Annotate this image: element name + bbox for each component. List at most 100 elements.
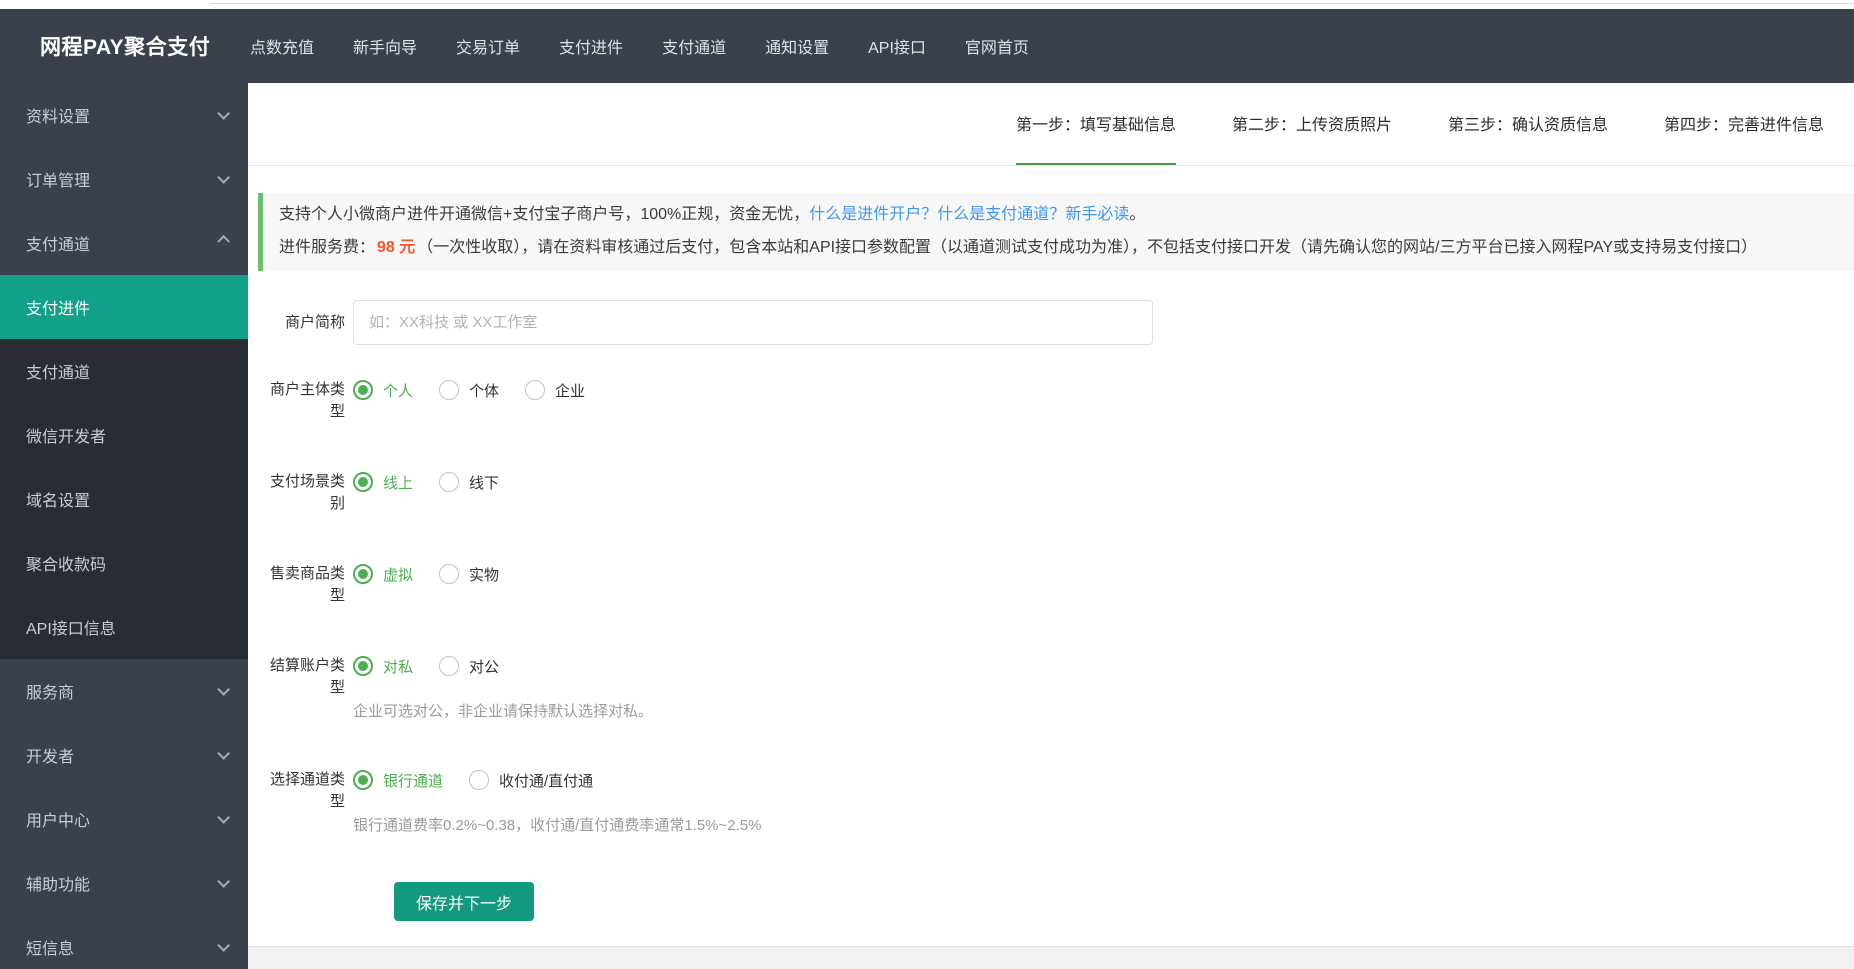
topnav-item[interactable]: 交易订单 — [456, 34, 520, 58]
sidebar-item-label: 开发者 — [26, 749, 75, 766]
chevron-down-icon — [217, 106, 230, 120]
topnav-item[interactable]: 支付通道 — [662, 34, 726, 58]
field-label: 商户主体类型 — [269, 381, 345, 420]
radio-icon — [439, 472, 460, 492]
radio-option[interactable]: 对私 — [353, 656, 413, 677]
sidebar-item[interactable]: 辅助功能 — [0, 851, 248, 915]
radio-option[interactable]: 收付通/直付通 — [469, 770, 593, 791]
sidebar-subitem[interactable]: 微信开发者 — [0, 403, 248, 467]
radio-group: 个人 个体 企业 — [353, 378, 611, 402]
field-label: 支付场景类别 — [269, 473, 345, 512]
sidebar-item[interactable]: 开发者 — [0, 723, 248, 787]
sidebar-subitem[interactable]: 域名设置 — [0, 467, 248, 531]
service-fee-details: （一次性收取），请在资料审核通过后支付，包含本站和API接口参数配置（以通道测试… — [417, 239, 1758, 256]
form-row: 支付场景类别 线上 线下 — [248, 470, 1854, 515]
sidebar: 资料设置 订单管理 支付通道 支付进件 支付通道 微信开发者 域名设置 聚合收款码 API接口信… — [0, 83, 248, 969]
radio-group: 对私 对公 — [353, 654, 653, 678]
step-tab[interactable]: 第三步：确认资质信息 — [1448, 83, 1608, 165]
submit-row: 保存并下一步 — [394, 882, 1854, 921]
radio-icon — [353, 564, 373, 584]
radio-option-label: 对私 — [383, 658, 414, 676]
chevron-down-icon — [217, 938, 230, 952]
step-tab[interactable]: 第二步：上传资质照片 — [1232, 83, 1392, 165]
radio-option[interactable]: 线上 — [353, 472, 413, 493]
sidebar-subitem[interactable]: 聚合收款码 — [0, 531, 248, 595]
notice-text-1-suffix: 。 — [1129, 206, 1146, 223]
notice-text-1: 支持个人小微商户进件开通微信+支付宝子商户号，100%正规，资金无忧， — [279, 206, 810, 223]
help-link-what-is-channel[interactable]: 什么是支付通道？ — [937, 206, 1065, 223]
sidebar-item[interactable]: 订单管理 — [0, 147, 248, 211]
topbar: 网程PAY聚合支付 点数充值 新手向导 交易订单 支付进件 支付通道 通知设置 API接口 官… — [0, 9, 1854, 83]
radio-option[interactable]: 虚拟 — [353, 564, 413, 585]
main-content: 第一步：填写基础信息 第二步：上传资质照片 第三步：确认资质信息 第四步：完善进件信息… — [248, 83, 1854, 969]
form-row: 售卖商品类型 虚拟 实物 — [248, 562, 1854, 607]
radio-icon — [439, 380, 460, 400]
field-control: 对私 对公 企业可选对公，非企业请保持默认选择对私。 — [353, 654, 653, 721]
sidebar-item[interactable]: 短信息 — [0, 915, 248, 969]
radio-group: 银行通道 收付通/直付通 — [353, 768, 761, 792]
chevron-down-icon — [217, 170, 230, 184]
sidebar-item[interactable]: 资料设置 — [0, 83, 248, 147]
radio-option-label: 个体 — [469, 382, 500, 400]
field-control — [353, 300, 1153, 345]
notice-line-1: 支持个人小微商户进件开通微信+支付宝子商户号，100%正规，资金无忧，什么是进件… — [279, 198, 1854, 231]
sidebar-item-label: 订单管理 — [26, 173, 91, 190]
topnav-item[interactable]: API接口 — [868, 34, 926, 58]
field-control: 虚拟 实物 — [353, 562, 525, 607]
field-control: 银行通道 收付通/直付通 银行通道费率0.2%~0.38，收付通/直付通费率通常1.… — [353, 768, 761, 835]
onboarding-form: 商户简称商户主体类型 个人 个体 企业支付场景类别 线上 线下售卖商品类型 虚拟 实物结算账户… — [248, 300, 1854, 835]
radio-icon — [353, 656, 373, 676]
radio-icon — [439, 564, 460, 584]
topnav-item[interactable]: 官网首页 — [965, 34, 1029, 58]
save-and-next-button[interactable]: 保存并下一步 — [394, 882, 534, 921]
sidebar-subitem[interactable]: 支付进件 — [0, 275, 248, 339]
form-row: 商户简称 — [248, 300, 1854, 345]
radio-option-label: 收付通/直付通 — [499, 772, 594, 790]
merchant-name-input[interactable] — [353, 300, 1153, 345]
chevron-down-icon — [217, 682, 230, 696]
form-row: 选择通道类型 银行通道 收付通/直付通 银行通道费率0.2%~0.38，收付通/直付通… — [248, 768, 1854, 835]
sidebar-item[interactable]: 支付通道 — [0, 211, 248, 275]
sidebar-item[interactable]: 用户中心 — [0, 787, 248, 851]
notice-line-2: 进件服务费： 98 元（一次性收取），请在资料审核通过后支付，包含本站和API接口… — [279, 231, 1854, 264]
radio-option[interactable]: 银行通道 — [353, 770, 443, 791]
topnav: 点数充值 新手向导 交易订单 支付进件 支付通道 通知设置 API接口 官网首页 — [248, 34, 1029, 58]
step-tab[interactable]: 第四步：完善进件信息 — [1664, 83, 1824, 165]
radio-option[interactable]: 个体 — [439, 380, 499, 401]
sidebar-item-label: 支付通道 — [26, 237, 91, 254]
topnav-item[interactable]: 支付进件 — [559, 34, 623, 58]
radio-icon — [525, 380, 546, 400]
help-link-what-is-onboarding[interactable]: 什么是进件开户？ — [809, 206, 937, 223]
sidebar-item-label: 资料设置 — [26, 109, 91, 126]
chevron-down-icon — [217, 746, 230, 760]
sidebar-subitem[interactable]: 支付通道 — [0, 339, 248, 403]
radio-option[interactable]: 企业 — [525, 380, 585, 401]
field-control: 线上 线下 — [353, 470, 525, 515]
radio-option-label: 线上 — [383, 474, 414, 492]
sidebar-item-label: 服务商 — [26, 685, 75, 702]
radio-group: 虚拟 实物 — [353, 562, 525, 586]
chevron-up-icon — [217, 234, 230, 248]
sidebar-item[interactable]: 服务商 — [0, 659, 248, 723]
sidebar-subitem[interactable]: API接口信息 — [0, 595, 248, 659]
chevron-down-icon — [217, 810, 230, 824]
browser-top-strip — [0, 0, 1854, 9]
service-fee-label: 进件服务费： — [279, 239, 376, 256]
radio-icon — [353, 380, 373, 400]
radio-option[interactable]: 线下 — [439, 472, 499, 493]
help-link-beginner-guide[interactable]: 新手必读 — [1065, 206, 1129, 223]
topnav-item[interactable]: 通知设置 — [765, 34, 829, 58]
app-logo: 网程PAY聚合支付 — [40, 36, 211, 59]
radio-option[interactable]: 个人 — [353, 380, 413, 401]
sidebar-submenu: 支付进件 支付通道 微信开发者 域名设置 聚合收款码 API接口信息 — [0, 275, 248, 659]
topnav-item[interactable]: 点数充值 — [250, 34, 314, 58]
sidebar-item-label: 辅助功能 — [26, 877, 91, 894]
radio-option[interactable]: 对公 — [439, 656, 499, 677]
form-row: 商户主体类型 个人 个体 企业 — [248, 378, 1854, 423]
radio-icon — [439, 656, 460, 676]
topnav-item[interactable]: 新手向导 — [353, 34, 417, 58]
radio-icon — [469, 770, 490, 790]
radio-option[interactable]: 实物 — [439, 564, 499, 585]
field-label: 结算账户类型 — [269, 657, 345, 696]
step-tab[interactable]: 第一步：填写基础信息 — [1015, 83, 1176, 165]
